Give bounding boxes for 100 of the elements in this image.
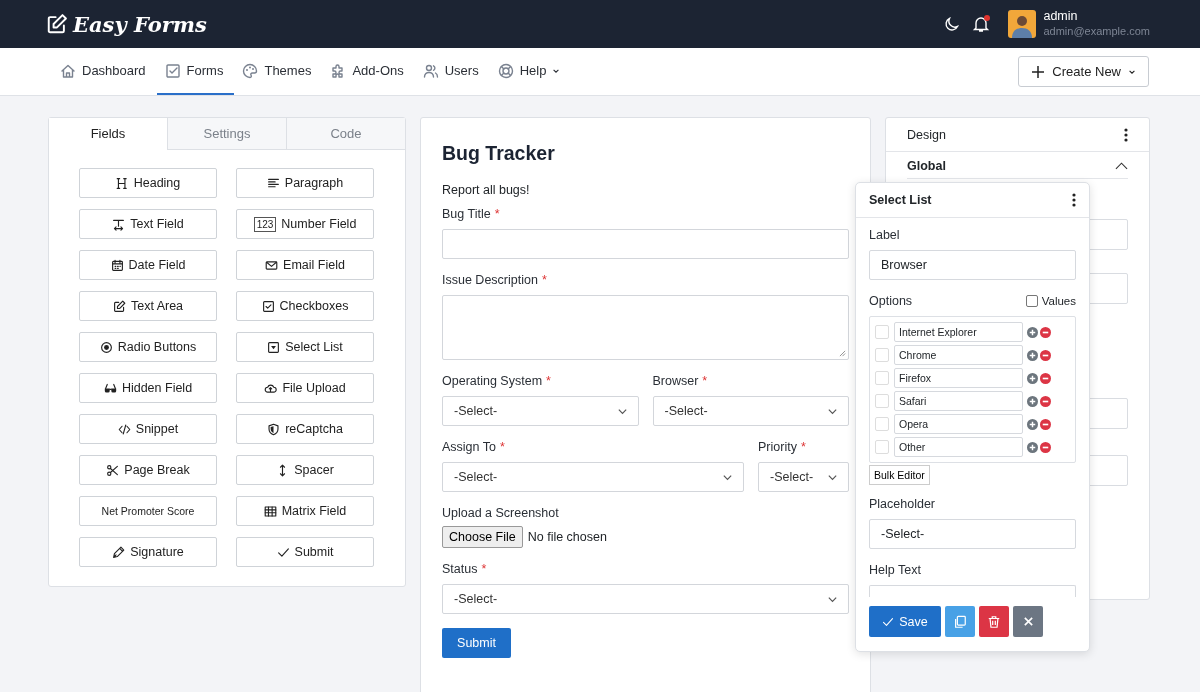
option-input[interactable]: Chrome (894, 345, 1023, 365)
panel-tab[interactable]: Code (286, 118, 405, 150)
submit-button[interactable]: Submit (442, 628, 511, 658)
check-square-icon (261, 299, 275, 313)
field-type-button[interactable]: Hidden Field (79, 373, 217, 403)
nav-tab[interactable]: Themes (234, 48, 323, 95)
option-input[interactable]: Firefox (894, 368, 1023, 388)
remove-icon[interactable] (1040, 326, 1051, 338)
close-icon (1022, 616, 1034, 627)
field-label: Browser (652, 374, 699, 388)
select-dropdown[interactable]: -Select- (442, 396, 639, 426)
field-type-button[interactable]: Submit (236, 537, 374, 567)
field-type-button[interactable]: Spacer (236, 455, 374, 485)
remove-icon[interactable] (1040, 418, 1051, 430)
add-icon[interactable] (1027, 349, 1038, 361)
field-type-button[interactable]: Radio Buttons (79, 332, 217, 362)
bulk-editor-button[interactable]: Bulk Editor (869, 465, 930, 485)
user-email: admin@example.com (1043, 24, 1150, 39)
required-mark: * (541, 273, 547, 287)
option-checkbox[interactable] (875, 440, 889, 454)
help-text-input[interactable] (869, 585, 1076, 597)
trash-icon (987, 614, 1001, 629)
field-type-button[interactable]: Email Field (236, 250, 374, 280)
add-icon[interactable] (1027, 372, 1038, 384)
delete-button[interactable] (979, 606, 1009, 637)
create-new-button[interactable]: Create New (1018, 56, 1149, 87)
field-label: Assign To (442, 440, 496, 454)
panel-title: Design (907, 127, 946, 142)
nav-tab[interactable]: Users (414, 48, 490, 95)
option-input[interactable]: Other (894, 437, 1023, 457)
field-type-button[interactable]: Text Area (79, 291, 217, 321)
house-icon (60, 62, 76, 79)
field-type-button[interactable]: Matrix Field (236, 496, 374, 526)
field-type-button[interactable]: Text Field (79, 209, 217, 239)
option-checkbox[interactable] (875, 325, 889, 339)
add-icon[interactable] (1027, 395, 1038, 407)
required-mark: * (494, 207, 500, 221)
bell-icon[interactable] (972, 15, 991, 33)
select-dropdown[interactable]: -Select- (442, 462, 744, 492)
shield-icon (267, 422, 281, 436)
field-type-button[interactable]: Page Break (79, 455, 217, 485)
field-type-button[interactable]: File Upload (236, 373, 374, 403)
table-icon (263, 504, 277, 518)
code-icon (117, 422, 131, 436)
avatar[interactable] (1008, 10, 1037, 38)
label-input[interactable]: Browser (869, 250, 1076, 280)
kebab-menu-icon[interactable] (1124, 127, 1128, 142)
nav-tab[interactable]: Add-Ons (322, 48, 415, 95)
field-type-button[interactable]: Snippet (79, 414, 217, 444)
option-checkbox[interactable] (875, 417, 889, 431)
kebab-menu-icon[interactable] (1072, 193, 1076, 207)
option-checkbox[interactable] (875, 371, 889, 385)
field-type-button[interactable]: Heading (79, 168, 217, 198)
pen-icon (112, 545, 126, 559)
field-type-button[interactable]: Checkboxes (236, 291, 374, 321)
plus-icon (1031, 64, 1046, 79)
remove-icon[interactable] (1040, 372, 1051, 384)
close-button[interactable] (1013, 606, 1043, 637)
nav-tab[interactable]: Dashboard (52, 48, 157, 95)
option-checkbox[interactable] (875, 394, 889, 408)
choose-file-button[interactable]: Choose File (442, 526, 523, 548)
add-icon[interactable] (1027, 418, 1038, 430)
duplicate-button[interactable] (945, 606, 975, 637)
save-button[interactable]: Save (869, 606, 941, 637)
option-input[interactable]: Opera (894, 414, 1023, 434)
add-icon[interactable] (1027, 441, 1038, 453)
placeholder-input[interactable]: -Select- (869, 519, 1076, 549)
field-type-button[interactable]: reCaptcha (236, 414, 374, 444)
option-input[interactable]: Safari (894, 391, 1023, 411)
paragraph-icon (266, 176, 280, 190)
field-label: Priority (758, 440, 797, 454)
option-checkbox[interactable] (875, 348, 889, 362)
calendar-icon (110, 258, 124, 272)
select-dropdown[interactable]: -Select- (442, 584, 849, 614)
add-icon[interactable] (1027, 326, 1038, 338)
panel-tab[interactable]: Settings (167, 118, 286, 150)
select-dropdown[interactable]: -Select- (758, 462, 849, 492)
field-type-button[interactable]: Net Promoter Score (79, 496, 217, 526)
moon-icon[interactable] (944, 16, 961, 32)
remove-icon[interactable] (1040, 441, 1051, 453)
input-field[interactable] (442, 229, 849, 259)
select-dropdown[interactable]: -Select- (652, 396, 849, 426)
field-type-button[interactable]: Paragraph (236, 168, 374, 198)
option-input[interactable]: Internet Explorer (894, 322, 1023, 342)
section-title[interactable]: Global (907, 159, 946, 173)
field-type-button[interactable]: Select List (236, 332, 374, 362)
field-label: Status (442, 562, 478, 576)
values-checkbox[interactable] (1025, 295, 1038, 307)
nav-tab[interactable]: Help (489, 48, 572, 95)
field-label: Bug Title (442, 207, 491, 221)
chevron-up-icon[interactable] (1115, 162, 1128, 170)
nav-tab[interactable]: Forms (156, 48, 235, 95)
required-mark: * (499, 440, 505, 454)
remove-icon[interactable] (1040, 395, 1051, 407)
brand-logo[interactable]: Easy Forms (73, 11, 207, 37)
remove-icon[interactable] (1040, 349, 1051, 361)
field-type-button[interactable]: Date Field (79, 250, 217, 280)
resize-grip-icon (839, 350, 846, 357)
field-type-button[interactable]: 123 Number Field (236, 209, 374, 239)
field-type-button[interactable]: Signature (79, 537, 217, 567)
